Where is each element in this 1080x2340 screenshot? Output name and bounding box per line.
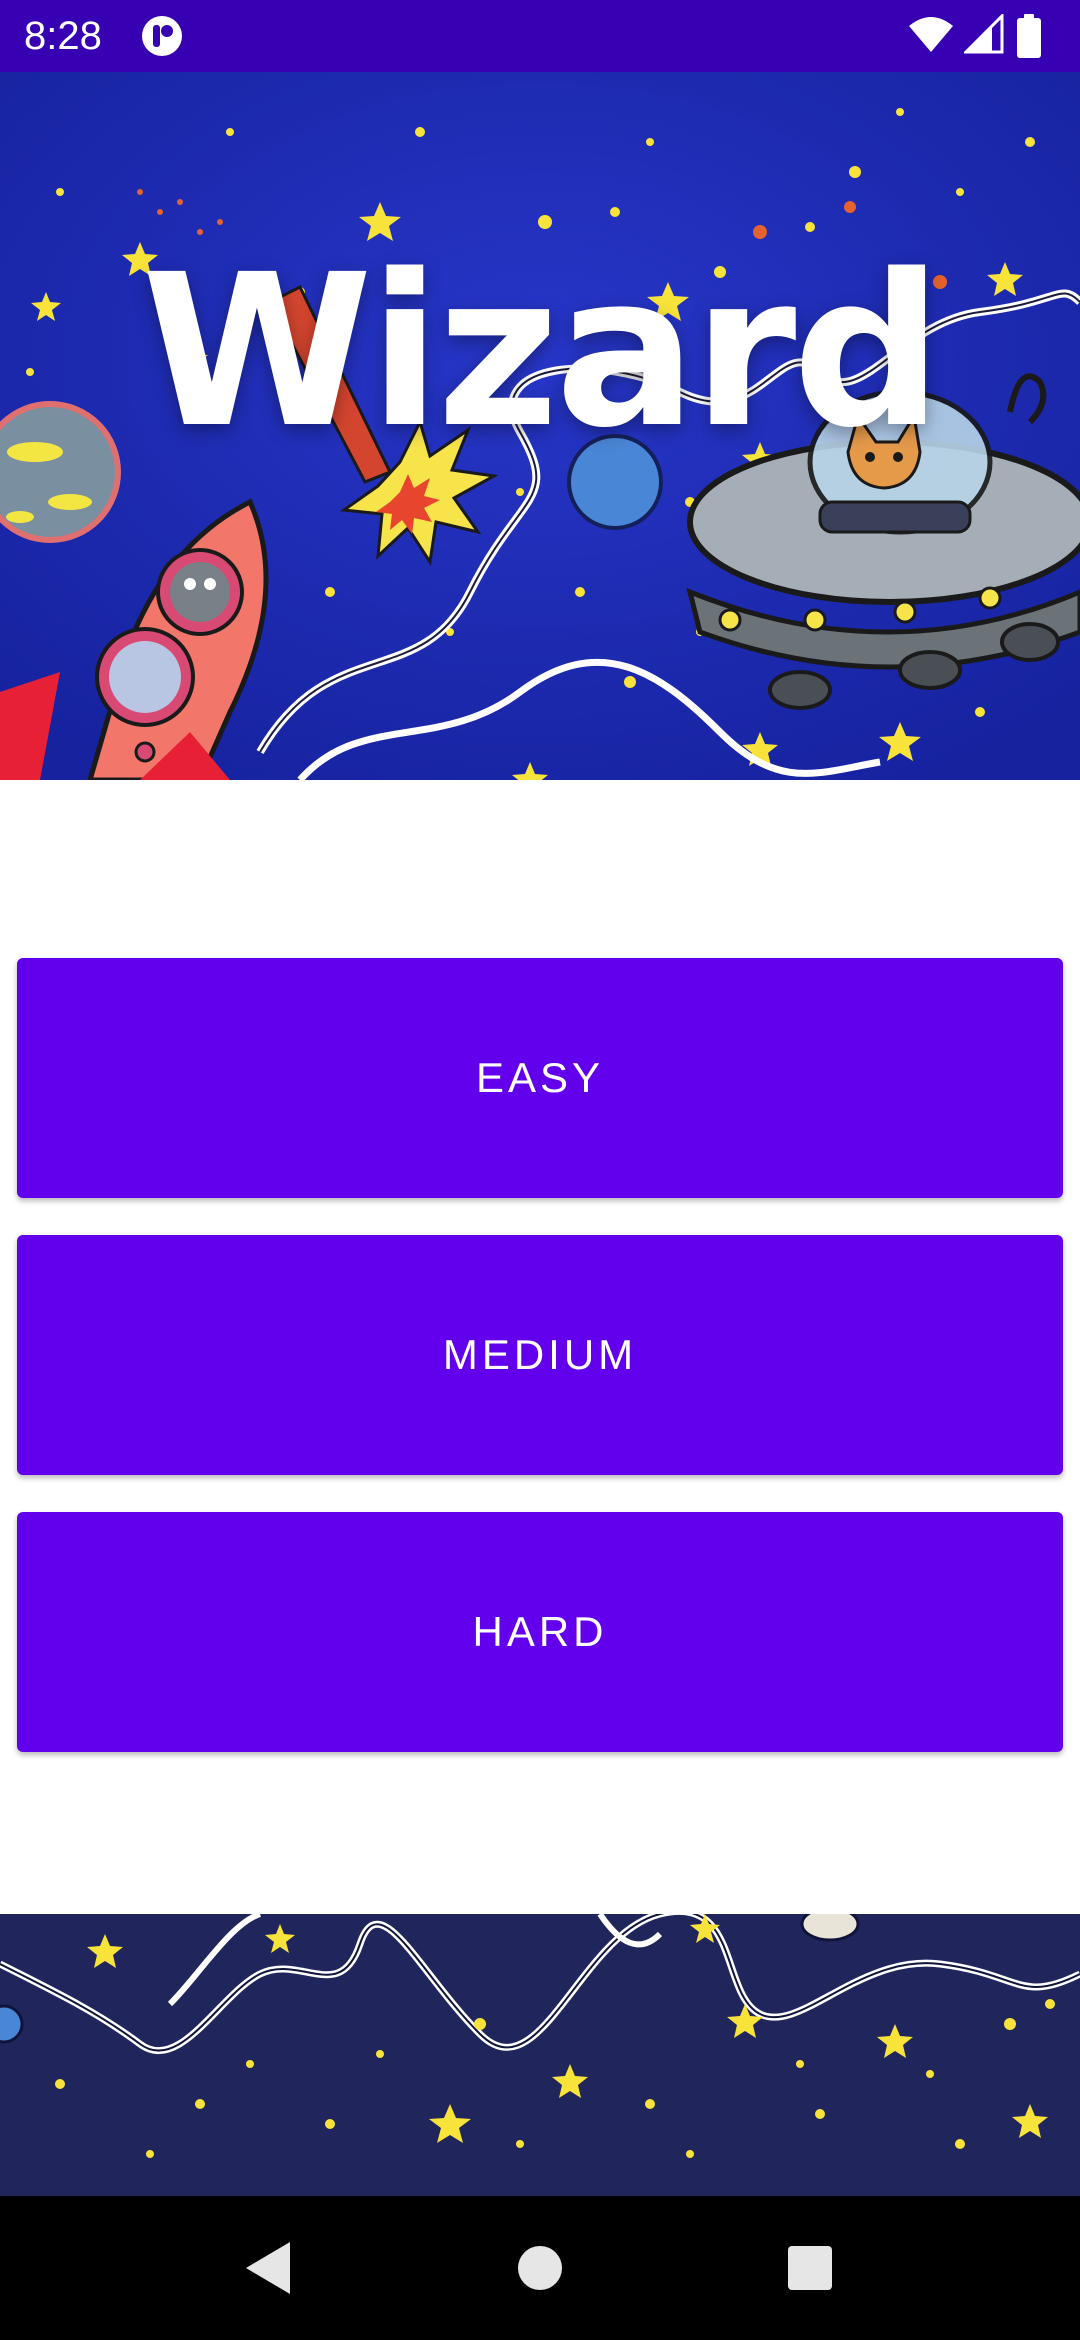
status-time: 8:28	[24, 14, 102, 58]
wifi-icon	[909, 17, 953, 52]
cell-signal-icon	[964, 14, 1004, 54]
home-icon[interactable]	[504, 2232, 576, 2304]
easy-button[interactable]: EASY	[17, 958, 1063, 1198]
medium-button[interactable]: MEDIUM	[17, 1235, 1063, 1475]
back-icon[interactable]	[232, 2232, 304, 2304]
navigation-bar	[0, 2196, 1080, 2340]
hero-banner: Wizard	[0, 72, 1080, 780]
app-notification-icon	[142, 16, 182, 56]
hard-button[interactable]: HARD	[17, 1512, 1063, 1752]
space-pattern	[0, 1914, 1080, 2196]
recents-icon[interactable]	[774, 2232, 846, 2304]
status-bar: 8:28	[0, 0, 1080, 72]
app-title: Wizard	[141, 229, 942, 474]
battery-icon	[1017, 14, 1041, 58]
screen: 8:28 Wizard EASY MEDIUM HARD	[0, 0, 1080, 2340]
bottom-decoration	[0, 1914, 1080, 2196]
